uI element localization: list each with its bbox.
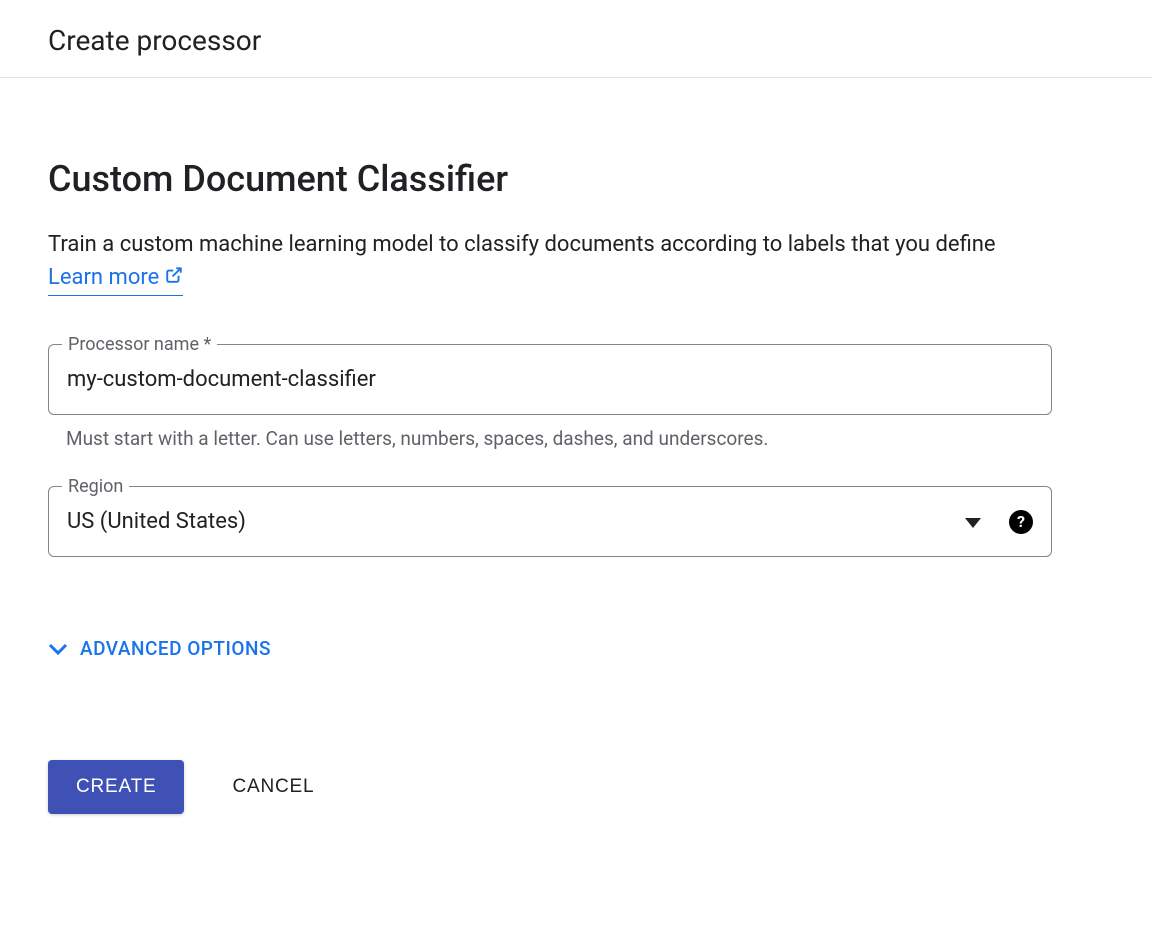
region-selected-value: US (United States) (67, 509, 246, 534)
external-link-icon (165, 261, 183, 294)
section-description: Train a custom machine learning model to… (48, 228, 1052, 296)
help-icon[interactable]: ? (1009, 510, 1033, 534)
region-select-icons: ? (965, 509, 1033, 534)
dropdown-arrow-icon (965, 509, 981, 534)
chevron-down-icon (48, 637, 68, 660)
create-button[interactable]: CREATE (48, 760, 184, 814)
description-text: Train a custom machine learning model to… (48, 232, 996, 257)
action-buttons: CREATE CANCEL (48, 760, 1052, 814)
region-select[interactable]: US (United States) ? (48, 486, 1052, 557)
processor-name-label: Processor name * (62, 334, 217, 355)
processor-name-helper: Must start with a letter. Can use letter… (66, 427, 1052, 450)
section-title: Custom Document Classifier (48, 158, 1052, 200)
main-content: Custom Document Classifier Train a custo… (0, 78, 1100, 854)
cancel-button[interactable]: CANCEL (232, 776, 314, 798)
page-title: Create processor (48, 24, 1104, 57)
page-header: Create processor (0, 0, 1152, 78)
region-label: Region (62, 476, 129, 497)
advanced-options-toggle[interactable]: ADVANCED OPTIONS (48, 637, 271, 660)
learn-more-label: Learn more (48, 261, 159, 294)
advanced-options-label: ADVANCED OPTIONS (80, 637, 271, 660)
learn-more-link[interactable]: Learn more (48, 261, 183, 296)
region-field: Region US (United States) ? (48, 486, 1052, 557)
processor-name-field: Processor name * (48, 344, 1052, 415)
